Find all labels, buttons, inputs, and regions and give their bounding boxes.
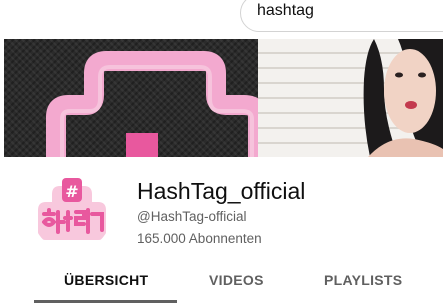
banner-person-image — [363, 39, 443, 157]
banner-logo-graphic — [46, 51, 258, 157]
channel-tabs: ÜBERSICHT VIDEOS PLAYLISTS — [0, 262, 443, 308]
banner-logo-art — [4, 39, 258, 157]
channel-handle: @HashTag-official — [137, 209, 247, 224]
channel-title: HashTag_official — [137, 178, 306, 204]
active-tab-indicator — [34, 300, 177, 303]
svg-text:#: # — [65, 182, 78, 201]
tab-overview[interactable]: ÜBERSICHT — [64, 272, 148, 288]
channel-avatar[interactable]: # — [32, 172, 112, 252]
youtube-channel-page: # HashTag_official @HashTag-official 165… — [0, 0, 443, 308]
channel-logo-image: # — [38, 178, 106, 240]
channel-banner — [4, 39, 443, 157]
tab-playlists[interactable]: PLAYLISTS — [324, 272, 402, 288]
tab-videos[interactable]: VIDEOS — [209, 272, 264, 288]
search-bar[interactable] — [240, 0, 443, 32]
search-input[interactable] — [257, 2, 437, 20]
subscriber-count: 165.000 Abonnenten — [137, 231, 262, 246]
banner-photo — [258, 39, 443, 157]
